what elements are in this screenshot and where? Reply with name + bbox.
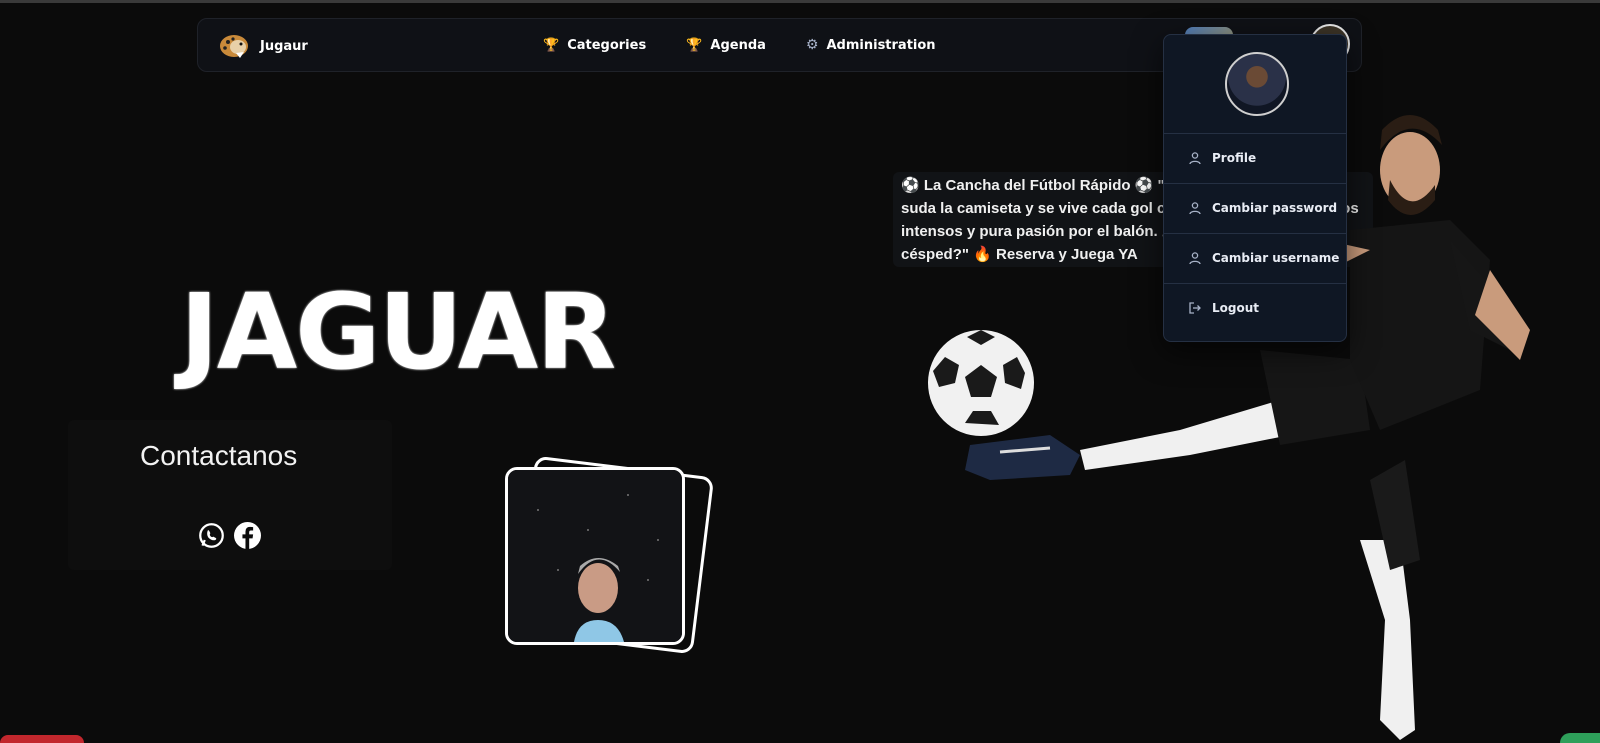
contact-title: Contactanos: [140, 440, 298, 471]
jaguar-logo-icon: [220, 35, 248, 58]
whatsapp-icon[interactable]: [198, 522, 225, 549]
user-dropdown-menu: Profile Cambiar password Cambiar usernam…: [1163, 34, 1347, 342]
browser-top-strip: [0, 0, 1600, 3]
nav-link-categories[interactable]: 🏆 Categories: [543, 37, 646, 53]
soccer-ball-icon: [928, 330, 1034, 436]
facebook-icon[interactable]: [234, 522, 261, 549]
divider: [1164, 283, 1346, 284]
nav-link-administration[interactable]: ⚙ Administration: [806, 37, 936, 53]
menu-item-label: Logout: [1212, 301, 1260, 315]
trophy-icon: 🏆: [686, 37, 703, 53]
hero-title: JAGUAR: [180, 271, 616, 393]
divider: [1164, 233, 1346, 234]
contact-card: Contactanos: [68, 420, 392, 570]
user-avatar: [1225, 52, 1289, 116]
bottom-right-accent[interactable]: [1560, 733, 1600, 743]
nav-link-label: Agenda: [710, 37, 766, 53]
player-photo-card: [505, 467, 685, 645]
gear-icon: ⚙: [805, 37, 819, 53]
bottom-left-accent: [0, 735, 84, 743]
divider: [1164, 133, 1346, 134]
player-photo-image: [508, 470, 682, 642]
brand[interactable]: Jugaur: [216, 31, 308, 61]
trophy-icon: 🏆: [543, 37, 560, 53]
menu-item-profile[interactable]: Profile: [1188, 151, 1256, 165]
brand-name: Jugaur: [260, 38, 308, 54]
menu-item-label: Cambiar username: [1212, 251, 1340, 265]
menu-item-logout[interactable]: Logout: [1188, 301, 1259, 315]
menu-item-label: Cambiar password: [1212, 201, 1338, 215]
menu-item-label: Profile: [1212, 151, 1257, 165]
user-icon: [1189, 202, 1201, 215]
divider: [1164, 183, 1346, 184]
nav-link-label: Administration: [826, 37, 936, 53]
nav-link-label: Categories: [567, 37, 647, 53]
nav-link-agenda[interactable]: 🏆 Agenda: [686, 37, 766, 53]
menu-item-change-password[interactable]: Cambiar password: [1188, 201, 1337, 215]
user-icon: [1189, 152, 1201, 165]
user-icon: [1189, 252, 1201, 265]
menu-item-change-username[interactable]: Cambiar username: [1188, 251, 1339, 265]
logout-icon: [1189, 302, 1201, 314]
nav-links: 🏆 Categories 🏆 Agenda ⚙ Administration: [543, 37, 936, 53]
